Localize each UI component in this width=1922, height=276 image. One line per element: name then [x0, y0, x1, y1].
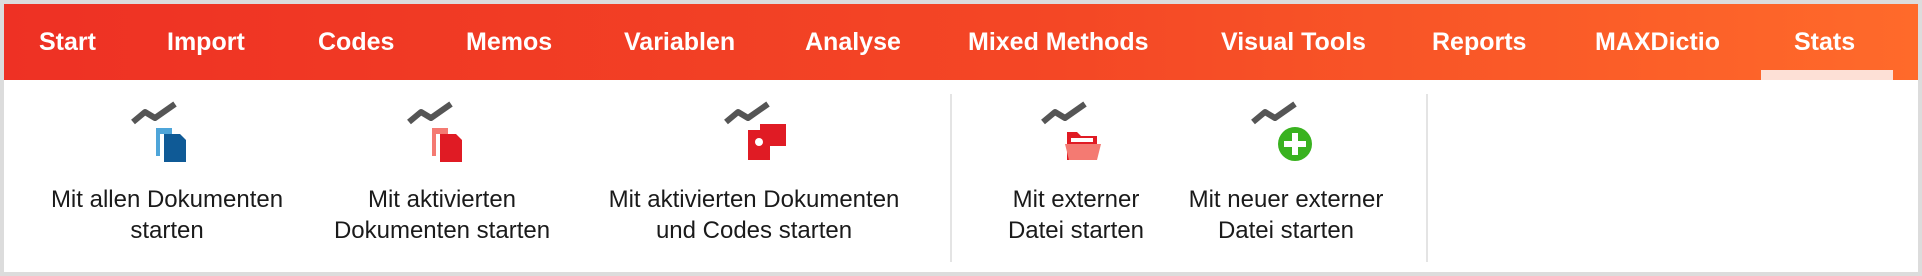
stats-activated-documents-codes-icon — [724, 101, 786, 160]
stats-activated-documents-icon — [407, 101, 462, 162]
tab-codes[interactable]: Codes — [318, 4, 394, 80]
start-with-external-file-button[interactable]: Mit externer Datei starten — [984, 80, 1168, 272]
stats-external-file-icon — [1041, 101, 1101, 160]
label-line-2: starten — [130, 217, 204, 244]
start-with-activated-documents-button[interactable]: Mit aktivierten Dokumenten starten — [320, 80, 564, 272]
button-label: Mit externer Datei starten — [984, 184, 1168, 246]
start-with-activated-documents-and-codes-button[interactable]: Mit aktivierten Dokumenten und Codes sta… — [584, 80, 924, 272]
button-label: Mit aktivierten Dokumenten und Codes sta… — [584, 184, 924, 246]
label-line-2: Dokumenten starten — [333, 217, 551, 244]
tab-memos[interactable]: Memos — [466, 4, 552, 80]
label-line-1: Mit neuer externer — [1188, 186, 1384, 213]
tab-import[interactable]: Import — [167, 4, 245, 80]
tab-mixed-methods[interactable]: Mixed Methods — [968, 4, 1149, 80]
label-line-1: Mit allen Dokumenten — [50, 186, 284, 213]
label-line-2: Datei starten — [1007, 217, 1145, 244]
tab-reports[interactable]: Reports — [1432, 4, 1526, 80]
button-label: Mit aktivierten Dokumenten starten — [320, 184, 564, 246]
tab-stats[interactable]: Stats — [1794, 4, 1855, 80]
ribbon-panel: Mit allen Dokumenten starten Mit aktivie… — [4, 80, 1918, 272]
ribbon-tab-bar: Start Import Codes Memos Variablen Analy… — [4, 4, 1918, 80]
label-line-1: Mit externer — [1012, 186, 1140, 213]
group-separator — [950, 94, 952, 262]
tab-visual-tools[interactable]: Visual Tools — [1221, 4, 1366, 80]
active-tab-indicator — [1761, 70, 1893, 80]
tab-analyse[interactable]: Analyse — [805, 4, 901, 80]
label-line-2: Datei starten — [1217, 217, 1355, 244]
tab-start[interactable]: Start — [39, 4, 96, 80]
group-separator — [1426, 94, 1428, 262]
tab-maxdictio[interactable]: MAXDictio — [1595, 4, 1720, 80]
button-label: Mit neuer externer Datei starten — [1172, 184, 1400, 246]
label-line-1: Mit aktivierten — [367, 186, 517, 213]
stats-new-external-file-icon — [1251, 101, 1312, 161]
label-line-1: Mit aktivierten Dokumenten — [608, 186, 900, 213]
label-line-2: und Codes starten — [655, 217, 853, 244]
app-window: Start Import Codes Memos Variablen Analy… — [4, 4, 1918, 272]
tab-variablen[interactable]: Variablen — [624, 4, 735, 80]
start-with-new-external-file-button[interactable]: Mit neuer externer Datei starten — [1172, 80, 1400, 272]
button-label: Mit allen Dokumenten starten — [28, 184, 306, 246]
start-with-all-documents-button[interactable]: Mit allen Dokumenten starten — [28, 80, 306, 272]
stats-all-documents-icon — [131, 101, 186, 162]
